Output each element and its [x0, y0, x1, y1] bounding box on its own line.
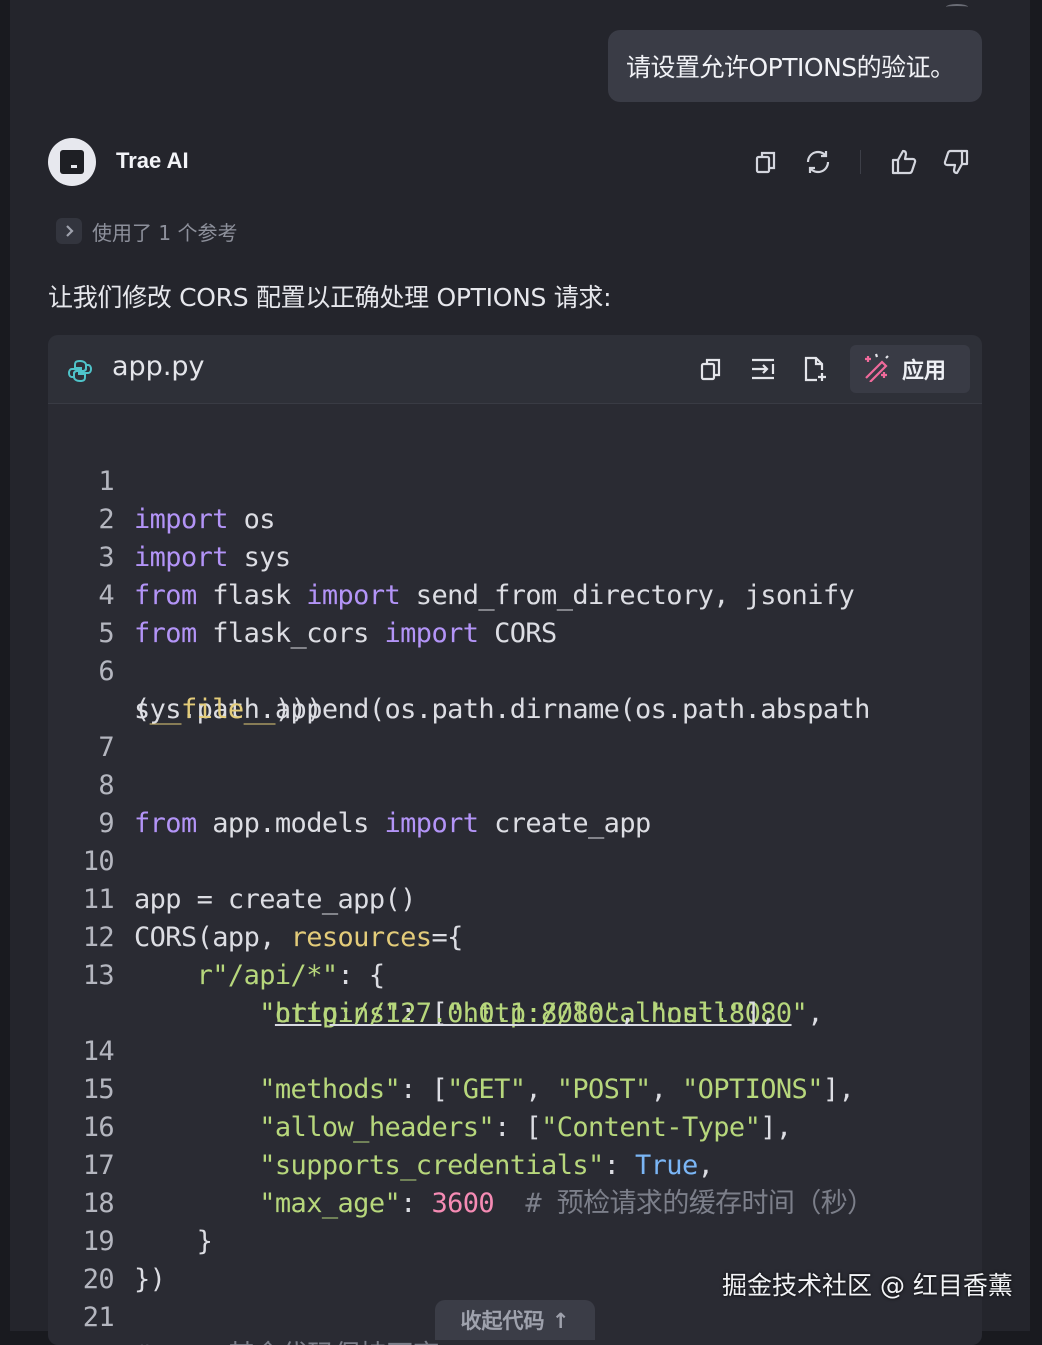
user-message-text: 请设置允许OPTIONS的验证。: [626, 53, 955, 82]
insert-icon[interactable]: [745, 351, 781, 387]
references-label: 使用了 1 个参考: [92, 220, 238, 245]
code-line: 1 import os: [48, 425, 275, 535]
code-line: 16 "supports_credentials": True,: [48, 1071, 714, 1181]
line-source: }: [134, 1226, 213, 1257]
file-name: app.py: [112, 351, 205, 382]
assistant-header: Trae AI: [48, 138, 982, 188]
apply-label: 应用: [902, 359, 947, 384]
code-block: app.py 应用 1 import os 2 import sys 3 fro…: [48, 335, 982, 1345]
line-source: "allow_headers": ["Content-Type"],: [259, 1112, 792, 1143]
copy-icon[interactable]: [748, 144, 784, 180]
collapse-code-button[interactable]: 收起代码 ↑: [435, 1300, 595, 1340]
line-source: app = create_app(): [134, 884, 416, 915]
code-line: 5: [48, 577, 142, 649]
code-line: 9: [48, 767, 142, 839]
line-source: import os: [134, 504, 276, 535]
line-source: from app.models import create_app: [134, 808, 651, 839]
chevron-right-icon: [56, 218, 82, 244]
code-line: 17 "max_age": 3600 # 预检请求的缓存时间（秒）: [48, 1109, 874, 1219]
line-source: from flask_cors import CORS: [134, 618, 557, 649]
references-toggle[interactable]: 使用了 1 个参考: [56, 214, 237, 248]
line-number: 21: [82, 1302, 115, 1333]
code-line: 12 r"/api/*": {: [48, 881, 385, 991]
divider: [860, 150, 861, 174]
line-source: import sys: [134, 542, 291, 573]
code-line: 6 sys.path.append(os.path.dirname(os.pat…: [48, 615, 870, 725]
code-line: 4 from flask_cors import CORS: [48, 539, 557, 649]
thumbs-up-icon[interactable]: [886, 144, 922, 180]
line-source: (__file__))): [134, 694, 322, 725]
code-line: 11 CORS(app, resources={: [48, 843, 464, 953]
apply-button[interactable]: 应用: [850, 345, 970, 393]
code-line: 13 "origins": ["http://localhost:8080",: [48, 919, 824, 1029]
code-block-header: app.py 应用: [48, 335, 982, 404]
copy-icon[interactable]: [693, 351, 729, 387]
magic-wand-icon: [862, 352, 892, 386]
regenerate-icon[interactable]: [800, 144, 836, 180]
line-source: "http://127.0.0.1:8080", "null"],: [259, 998, 776, 1029]
new-file-icon[interactable]: [797, 351, 833, 387]
assistant-name: Trae AI: [116, 148, 189, 173]
line-source: r"/api/*": {: [196, 960, 385, 991]
assistant-intro-text: 让我们修改 CORS 配置以正确处理 OPTIONS 请求:: [48, 283, 612, 312]
watermark: 掘金技术社区 @ 红目香薰: [722, 1271, 1013, 1300]
line-source: "methods": ["GET", "POST", "OPTIONS"],: [259, 1074, 855, 1105]
code-line: 18 }: [48, 1147, 213, 1257]
python-icon: [66, 357, 94, 385]
scroll-indicator: [946, 4, 968, 10]
line-source: from flask import send_from_directory, j…: [134, 580, 855, 611]
code-line: 15 "allow_headers": ["Content-Type"],: [48, 1033, 792, 1143]
line-source: "supports_credentials": True,: [259, 1150, 714, 1181]
code-line: 7: [48, 691, 142, 763]
code-line: 3 from flask import send_from_directory,…: [48, 501, 854, 611]
trae-logo-icon: [48, 138, 96, 186]
code-line-wrap: (__file__))): [48, 653, 322, 725]
user-message-bubble: 请设置允许OPTIONS的验证。: [608, 30, 982, 102]
code-line-wrap: "http://127.0.0.1:8080", "null"],: [48, 957, 776, 1029]
code-line: 8 from app.models import create_app: [48, 729, 651, 839]
code-line: 20: [48, 1223, 142, 1295]
line-source: CORS(app, resources={: [134, 922, 463, 953]
code-line: 2 import sys: [48, 463, 291, 573]
code-line: 10 app = create_app(): [48, 805, 417, 915]
code-line: 14 "methods": ["GET", "POST", "OPTIONS"]…: [48, 995, 855, 1105]
code-line: 19 }): [48, 1185, 166, 1295]
code-line: 21 # ... 其余代码保持不变 ...: [48, 1261, 503, 1345]
line-source: "max_age": 3600 # 预检请求的缓存时间（秒）: [259, 1188, 874, 1219]
thumbs-down-icon[interactable]: [938, 144, 974, 180]
